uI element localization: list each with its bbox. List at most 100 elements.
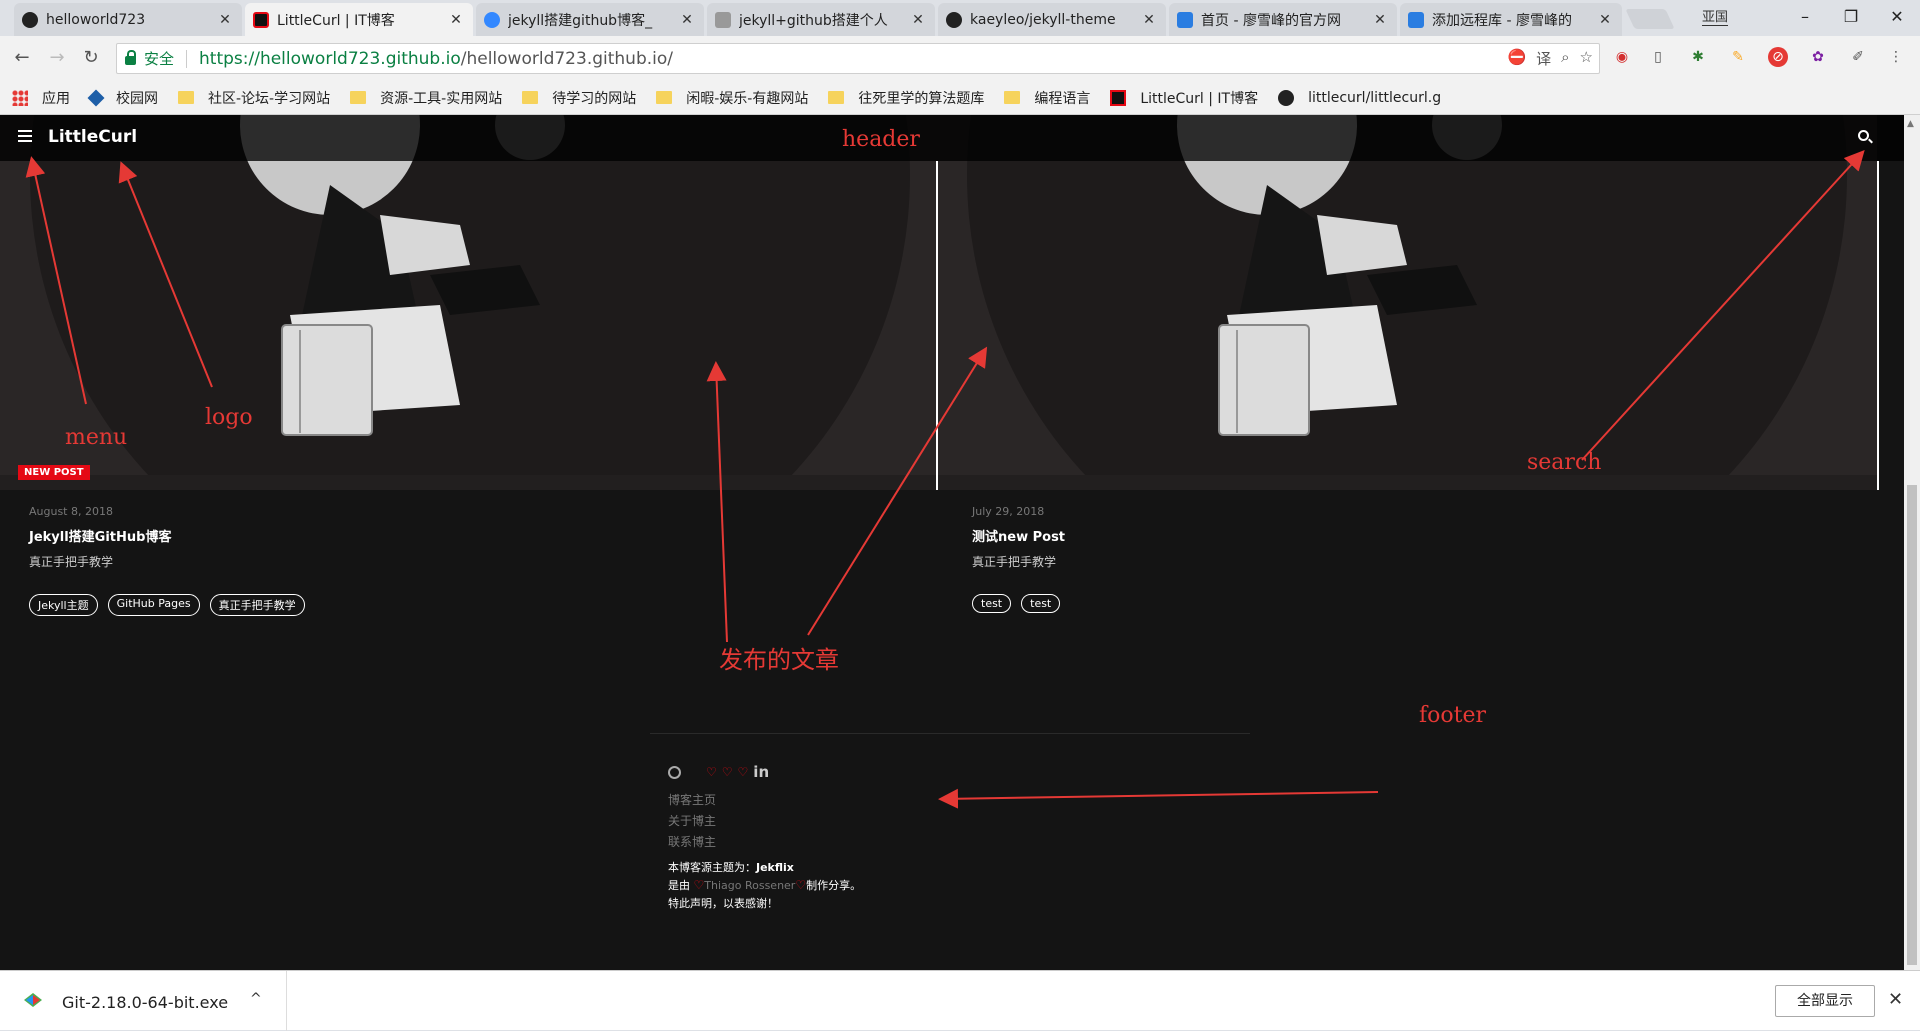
close-icon[interactable]: ✕ bbox=[1596, 12, 1614, 28]
bookmark-label: 社区-论坛-学习网站 bbox=[208, 90, 331, 107]
bookmark-label: 应用 bbox=[42, 90, 70, 107]
campus-icon bbox=[87, 89, 105, 106]
bookmark-label: littlecurl/littlecurl.g bbox=[1308, 89, 1442, 106]
littlecurl-icon bbox=[253, 11, 269, 28]
tab-jekyll-github[interactable]: jekyll+github搭建个人 ✕ bbox=[707, 3, 935, 36]
tab-title: LittleCurl | IT博客 bbox=[277, 12, 395, 29]
bookmark-campus[interactable]: 校园网 bbox=[87, 88, 158, 108]
bookmark-label: 校园网 bbox=[116, 90, 158, 107]
annotation-posts: 发布的文章 bbox=[719, 646, 839, 674]
bookmark-folder-languages[interactable]: 编程语言 bbox=[1004, 88, 1090, 108]
secure-label: 安全 bbox=[144, 50, 175, 68]
folder-icon bbox=[828, 91, 845, 104]
page-scrollbar[interactable]: ▲ bbox=[1904, 115, 1920, 970]
tab-title: jekyll搭建github博客_ bbox=[508, 12, 653, 29]
profile-button[interactable]: 亚国 bbox=[1702, 6, 1729, 26]
extension-ghost-icon[interactable]: ◉ bbox=[1612, 47, 1632, 67]
folder-icon bbox=[350, 91, 367, 104]
arrow-to-logo bbox=[118, 161, 213, 388]
blog-page: LittleCurl NEW POST August 8, 2018 Jekyl… bbox=[0, 115, 1904, 970]
folder-icon bbox=[522, 91, 539, 104]
bookmark-folder-tools[interactable]: 资源-工具-实用网站 bbox=[350, 88, 502, 108]
omnibox-divider bbox=[186, 49, 188, 68]
chevron-up-icon[interactable]: ^ bbox=[250, 991, 262, 1007]
bookmark-label: 编程语言 bbox=[1034, 90, 1091, 107]
new-tab-button[interactable] bbox=[1625, 9, 1675, 29]
close-icon[interactable]: ✕ bbox=[678, 12, 696, 28]
chrome-menu-icon[interactable]: ⋮ bbox=[1886, 47, 1906, 67]
bookmarks-bar: 应用 校园网 社区-论坛-学习网站 资源-工具-实用网站 待学习的网站 闲暇-娱… bbox=[0, 81, 1920, 115]
zoom-icon[interactable]: ⌕ bbox=[1561, 48, 1569, 69]
rocket-icon bbox=[1408, 11, 1424, 28]
scroll-up-icon[interactable]: ▲ bbox=[1907, 119, 1914, 129]
eyedropper-icon[interactable]: ✐ bbox=[1848, 47, 1868, 67]
close-icon[interactable]: ✕ bbox=[1888, 989, 1903, 1010]
download-divider bbox=[286, 971, 287, 1031]
tab-title: 首页 - 廖雪峰的官方网 bbox=[1201, 12, 1341, 29]
bookmark-manager-icon[interactable]: ▯ bbox=[1648, 47, 1668, 67]
extension-pinwheel-icon[interactable]: ✱ bbox=[1688, 47, 1708, 67]
bookmark-apps[interactable]: 应用 bbox=[12, 88, 70, 108]
bookmark-label: LittleCurl | IT博客 bbox=[1140, 90, 1259, 107]
bookmark-label: 闲暇-娱乐-有趣网站 bbox=[686, 90, 809, 107]
close-icon[interactable]: ✕ bbox=[909, 12, 927, 28]
tab-title: 添加远程库 - 廖雪峰的 bbox=[1432, 12, 1572, 29]
tab-kaeyleo[interactable]: kaeyleo/jekyll-theme ✕ bbox=[938, 3, 1166, 36]
scrollbar-thumb[interactable] bbox=[1907, 485, 1917, 965]
tab-liaoxuefeng-remote[interactable]: 添加远程库 - 廖雪峰的 ✕ bbox=[1400, 3, 1622, 36]
close-icon[interactable]: ✕ bbox=[216, 12, 234, 28]
annotation-arrows bbox=[25, 150, 1865, 809]
close-icon[interactable]: ✕ bbox=[1140, 12, 1158, 28]
show-all-downloads-button[interactable]: 全部显示 bbox=[1775, 985, 1875, 1017]
arrow-to-menu bbox=[25, 156, 87, 405]
arrow-to-post-2 bbox=[807, 346, 988, 636]
bookmark-folder-fun[interactable]: 闲暇-娱乐-有趣网站 bbox=[656, 88, 808, 108]
arrow-to-search bbox=[1581, 150, 1865, 461]
minimize-icon[interactable]: – bbox=[1782, 4, 1828, 30]
address-bar[interactable]: 安全 https://helloworld723.github.io/hello… bbox=[116, 43, 1600, 74]
tab-littlecurl[interactable]: LittleCurl | IT博客 ✕ bbox=[245, 3, 473, 36]
close-icon[interactable]: ✕ bbox=[1371, 12, 1389, 28]
bookmark-label: 往死里学的算法题库 bbox=[858, 90, 985, 107]
url-host: https://helloworld723.github.io bbox=[199, 48, 461, 69]
folder-icon bbox=[178, 91, 194, 104]
download-filename[interactable]: Git-2.18.0-64-bit.exe bbox=[62, 993, 228, 1012]
close-icon[interactable]: ✕ bbox=[447, 12, 465, 28]
github-icon bbox=[1278, 89, 1295, 106]
bookmark-littlecurl-repo[interactable]: littlecurl/littlecurl.g bbox=[1278, 89, 1442, 106]
restore-icon[interactable]: ❐ bbox=[1828, 4, 1874, 30]
omnibox-actions: ⛔ 译 ⌕ ☆ bbox=[1507, 48, 1593, 69]
bookmark-label: 资源-工具-实用网站 bbox=[380, 90, 503, 107]
tab-liaoxuefeng-home[interactable]: 首页 - 廖雪峰的官方网 ✕ bbox=[1169, 3, 1397, 36]
tab-jekyll-baidu[interactable]: jekyll搭建github博客_ ✕ bbox=[476, 3, 704, 36]
tab-strip: helloworld723 ✕ LittleCurl | IT博客 ✕ jeky… bbox=[0, 0, 1920, 36]
bookmark-littlecurl[interactable]: LittleCurl | IT博客 bbox=[1110, 88, 1258, 108]
pencil-icon[interactable]: ✎ bbox=[1728, 47, 1748, 67]
feather-icon bbox=[715, 11, 731, 28]
forward-icon[interactable]: → bbox=[46, 47, 68, 69]
github-icon bbox=[946, 11, 962, 28]
translate-icon[interactable]: 译 bbox=[1536, 48, 1551, 69]
lock-icon bbox=[125, 50, 136, 65]
annotation-search: search bbox=[1527, 450, 1602, 475]
blocked-popup-icon[interactable]: ⛔ bbox=[1507, 48, 1526, 69]
arrow-to-post-1 bbox=[706, 361, 728, 643]
block-icon[interactable]: ⊘ bbox=[1768, 47, 1788, 67]
reload-icon[interactable]: ↻ bbox=[80, 47, 102, 69]
annotation-logo: logo bbox=[205, 405, 253, 430]
bookmark-folder-algorithms[interactable]: 往死里学的算法题库 bbox=[828, 88, 984, 108]
arrow-to-footer bbox=[938, 788, 1379, 809]
bookmark-star-icon[interactable]: ☆ bbox=[1580, 48, 1593, 69]
download-bar: Git-2.18.0-64-bit.exe ^ 全部显示 ✕ bbox=[0, 970, 1920, 1031]
back-icon[interactable]: ← bbox=[11, 47, 33, 69]
url-path: /helloworld723.github.io/ bbox=[460, 48, 673, 69]
color-wheel-icon[interactable]: ✿ bbox=[1808, 47, 1828, 67]
baidu-paw-icon bbox=[484, 11, 500, 28]
tab-helloworld723[interactable]: helloworld723 ✕ bbox=[14, 3, 242, 36]
bookmark-folder-forums[interactable]: 社区-论坛-学习网站 bbox=[178, 88, 330, 108]
bookmark-folder-to-learn[interactable]: 待学习的网站 bbox=[522, 88, 636, 108]
rocket-icon bbox=[1177, 11, 1193, 28]
github-icon bbox=[22, 11, 38, 28]
window-close-icon[interactable]: ✕ bbox=[1874, 4, 1920, 30]
annotation-header: header bbox=[842, 127, 920, 152]
